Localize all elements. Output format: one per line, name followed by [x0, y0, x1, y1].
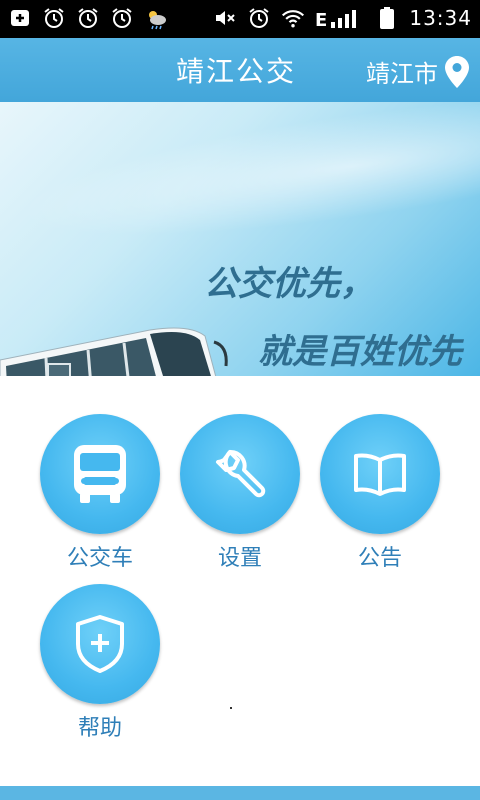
app-title: 靖江公交: [176, 55, 297, 88]
status-bar: E 13:34: [0, 0, 480, 38]
add-notification-icon: [8, 6, 32, 30]
notice-button[interactable]: [320, 414, 440, 534]
wifi-icon: [281, 6, 305, 30]
network-type-text: E: [315, 10, 327, 30]
menu-label-help: 帮助: [77, 716, 122, 741]
help-button[interactable]: [40, 584, 160, 704]
bottom-bar: [0, 786, 480, 800]
menu-item-bus[interactable]: 公交车: [30, 414, 170, 572]
menu-item-help[interactable]: 帮助: [30, 584, 170, 742]
bus-icon: [74, 445, 126, 503]
banner-slogan-line2: 就是百姓优先: [258, 332, 462, 372]
alarm-icon: [110, 6, 134, 30]
location-pin-icon: [445, 55, 469, 88]
alarm-icon: [76, 6, 100, 30]
stray-pixel: [230, 707, 232, 709]
shield-plus-icon: [76, 615, 124, 673]
alarm-icon: [247, 6, 271, 30]
menu-item-settings[interactable]: 设置: [170, 414, 310, 572]
settings-button[interactable]: [180, 414, 300, 534]
weather-icon: [144, 6, 168, 30]
menu-label-bus: 公交车: [66, 546, 133, 571]
bus-photo: [0, 327, 228, 376]
menu-item-notice[interactable]: 公告: [310, 414, 450, 572]
menu-label-notice: 公告: [357, 546, 402, 571]
signal-icon: E: [315, 6, 365, 30]
mute-icon: [213, 6, 237, 30]
battery-icon: [375, 6, 399, 30]
book-icon: [354, 453, 406, 496]
wrench-icon: [216, 450, 266, 498]
status-right-icons: E 13:34: [213, 6, 472, 30]
clock-text: 13:34: [409, 6, 472, 30]
alarm-icon: [42, 6, 66, 30]
status-left-icons: [8, 6, 168, 30]
city-selector[interactable]: 靖江市: [366, 54, 470, 89]
promo-banner[interactable]: 公交优先， 就是百姓优先: [0, 102, 480, 376]
city-label: 靖江市: [366, 60, 438, 88]
bus-button[interactable]: [40, 414, 160, 534]
banner-light-streak: [0, 102, 480, 281]
app-header: 靖江公交 靖江市: [0, 38, 480, 102]
menu-label-settings: 设置: [217, 546, 262, 571]
